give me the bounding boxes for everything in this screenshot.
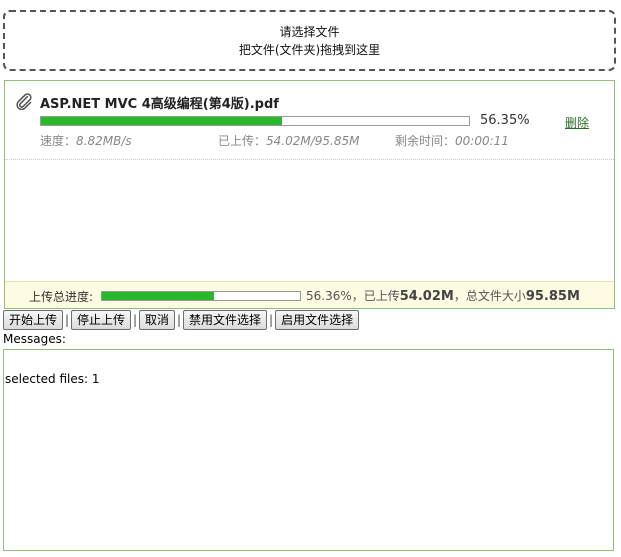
total-progress-fill bbox=[102, 292, 214, 300]
remaining-stat: 剩余时间：00:00:11 bbox=[395, 132, 509, 149]
remaining-value: 00:00:11 bbox=[455, 134, 509, 148]
total-size-value: 95.85M bbox=[525, 289, 580, 304]
file-drop-zone[interactable]: 请选择文件 把文件(文件夹)拖拽到这里 bbox=[3, 10, 616, 71]
file-progress-bar bbox=[40, 116, 470, 126]
remaining-label: 剩余时间： bbox=[395, 134, 456, 148]
total-size-text: ，总文件大小 bbox=[453, 289, 526, 303]
upload-panel: ASP.NET MVC 4高级编程(第4版).pdf 56.35% 删除 速度：… bbox=[4, 80, 615, 309]
start-upload-button[interactable]: 开始上传 bbox=[3, 310, 64, 330]
total-progress-text: 56.36%，已上传54.02M，总文件大小95.85M bbox=[306, 287, 580, 304]
speed-value: 8.82MB/s bbox=[76, 134, 132, 148]
messages-box[interactable]: selected files: 1 bbox=[3, 349, 614, 551]
speed-stat: 速度：8.82MB/s bbox=[40, 132, 132, 149]
enable-file-select-button[interactable]: 启用文件选择 bbox=[275, 310, 360, 330]
disable-file-select-button[interactable]: 禁用文件选择 bbox=[183, 310, 268, 330]
total-percent-text: 56.36%，已上传 bbox=[306, 289, 400, 303]
file-progress-percent: 56.35% bbox=[480, 113, 530, 128]
toolbar-separator: | bbox=[177, 313, 182, 327]
total-uploaded-value: 54.02M bbox=[399, 289, 454, 304]
message-line: selected files: 1 bbox=[5, 372, 100, 386]
uploaded-label: 已上传： bbox=[218, 134, 267, 148]
file-progress-fill bbox=[41, 117, 283, 125]
file-name: ASP.NET MVC 4高级编程(第4版).pdf bbox=[40, 97, 279, 112]
stop-upload-button[interactable]: 停止上传 bbox=[71, 310, 132, 330]
toolbar-separator: | bbox=[64, 313, 70, 327]
uploaded-stat: 已上传：54.02M/95.85M bbox=[218, 132, 359, 149]
dropzone-select-text: 请选择文件 bbox=[279, 24, 340, 39]
total-progress-summary: 上传总进度: 56.36%，已上传54.02M，总文件大小95.85M bbox=[5, 281, 614, 308]
uploaded-value: 54.02M/95.85M bbox=[266, 134, 360, 148]
paperclip-icon bbox=[16, 93, 32, 110]
file-item: ASP.NET MVC 4高级编程(第4版).pdf 56.35% 删除 速度：… bbox=[5, 81, 614, 160]
dropzone-drag-text: 把文件(文件夹)拖拽到这里 bbox=[238, 42, 381, 57]
upload-toolbar: 开始上传 | 停止上传 | 取消 | 禁用文件选择 | 启用文件选择 bbox=[3, 310, 360, 330]
delete-file-link[interactable]: 删除 bbox=[565, 114, 589, 131]
total-progress-bar bbox=[101, 291, 301, 301]
toolbar-separator: | bbox=[269, 313, 274, 327]
speed-label: 速度： bbox=[40, 134, 77, 148]
messages-label: Messages: bbox=[3, 332, 66, 346]
toolbar-separator: | bbox=[133, 313, 138, 327]
cancel-button[interactable]: 取消 bbox=[139, 310, 176, 330]
total-progress-label: 上传总进度: bbox=[29, 290, 94, 304]
